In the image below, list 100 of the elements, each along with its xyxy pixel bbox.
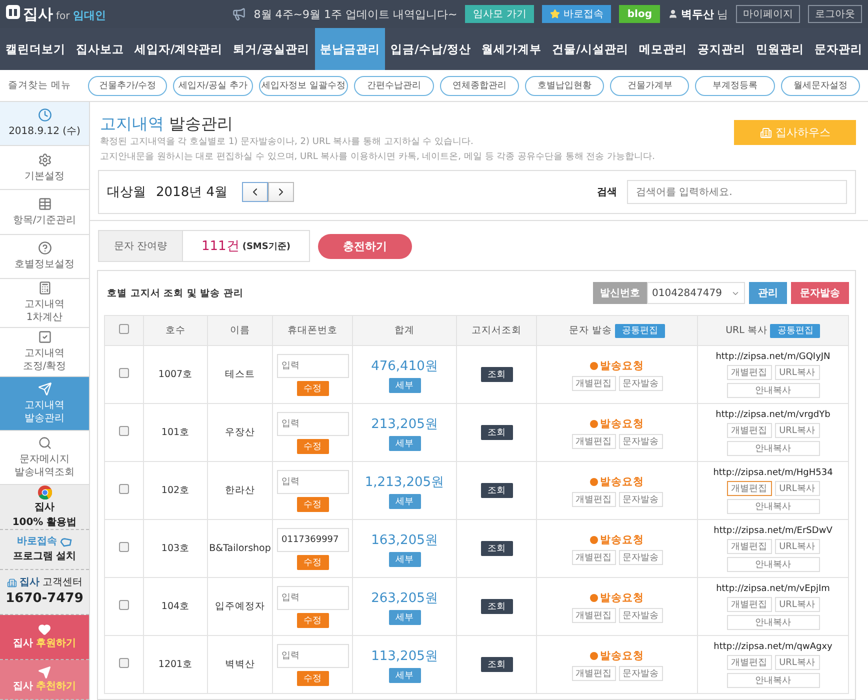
url-action-button[interactable]: URL복사 (774, 596, 820, 612)
favorite-link[interactable]: 간편수납관리 (354, 76, 434, 96)
favorite-link[interactable]: 월세문자설정 (780, 76, 860, 96)
url-action-button[interactable]: URL복사 (774, 364, 820, 380)
url-action-button[interactable]: URL복사 (774, 654, 820, 670)
top-link[interactable]: 로그아웃 (808, 5, 862, 23)
next-button[interactable] (268, 182, 294, 202)
phone-field[interactable]: 입력 (276, 644, 348, 668)
checkbox[interactable] (119, 658, 129, 668)
edit-button[interactable]: 수정 (296, 612, 328, 628)
favorite-link[interactable]: 호별납입현황 (524, 76, 604, 96)
view-button[interactable]: 조회 (480, 425, 512, 440)
url-action-button[interactable]: 개별편집 (726, 538, 772, 554)
copy-guide-button[interactable]: 안내복사 (726, 614, 820, 630)
copy-guide-button[interactable]: 안내복사 (726, 556, 820, 572)
nav-tab[interactable]: 입금/수납/정산 (385, 28, 476, 70)
favorite-link[interactable]: 세입자/공실 추가 (173, 76, 253, 96)
sms-action-button[interactable]: 개별편집 (572, 608, 616, 622)
edit-button[interactable]: 수정 (296, 438, 328, 454)
detail-button[interactable]: 세부 (388, 436, 420, 450)
sms-action-button[interactable]: 문자발송 (618, 608, 662, 622)
sidebar-item[interactable]: 고지내역 1차계산 (0, 278, 89, 328)
copy-guide-button[interactable]: 안내복사 (726, 672, 820, 688)
sms-action-button[interactable]: 문자발송 (618, 434, 662, 448)
phone-field[interactable]: 입력 (276, 354, 348, 378)
promo-title[interactable]: 바로접속 (17, 536, 57, 548)
checkbox[interactable] (119, 324, 129, 334)
nav-tab[interactable]: 문자관리 (809, 28, 868, 70)
nav-tab[interactable]: 세입자/계약관리 (129, 28, 228, 70)
common-edit-button[interactable]: 공통편집 (770, 324, 820, 338)
checkbox[interactable] (119, 600, 129, 610)
sender-select[interactable]: 01042847479 (647, 282, 745, 304)
edit-button[interactable]: 수정 (296, 496, 328, 512)
view-button[interactable]: 조회 (480, 541, 512, 556)
url-action-button[interactable]: 개별편집 (726, 364, 772, 380)
phone-field[interactable]: 0117369997 (276, 528, 348, 552)
edit-button[interactable]: 수정 (296, 380, 328, 396)
promo-title[interactable]: 후원하기 (36, 638, 76, 651)
detail-button[interactable]: 세부 (388, 668, 420, 682)
nav-tab[interactable]: 건물/시설관리 (546, 28, 634, 70)
promo-brand[interactable]: 집사 (13, 680, 33, 694)
sms-action-button[interactable]: 개별편집 (572, 434, 616, 448)
sms-action-button[interactable]: 문자발송 (618, 492, 662, 506)
nav-tab[interactable]: 분납금관리 (314, 28, 386, 70)
sms-action-button[interactable]: 개별편집 (572, 492, 616, 506)
nav-tab[interactable]: 퇴거/공실관리 (228, 28, 315, 70)
top-button[interactable]: 임사모 가기 (465, 5, 534, 23)
sms-action-button[interactable]: 문자발송 (618, 666, 662, 680)
copy-guide-button[interactable]: 안내복사 (726, 382, 820, 398)
view-button[interactable]: 조회 (480, 367, 512, 382)
nav-tab[interactable]: 월세가계부 (476, 28, 547, 70)
url-action-button[interactable]: 개별편집 (726, 422, 772, 438)
favorite-link[interactable]: 건물가계부 (610, 76, 690, 96)
charge-button[interactable]: 충전하기 (318, 234, 412, 258)
url-action-button[interactable]: URL복사 (774, 538, 820, 554)
sms-action-button[interactable]: 문자발송 (618, 376, 662, 390)
checkbox[interactable] (119, 368, 129, 378)
nav-tab[interactable]: 메모관리 (634, 28, 692, 70)
sms-action-button[interactable]: 문자발송 (618, 550, 662, 564)
nav-tab[interactable]: 캘린더보기 (0, 28, 71, 70)
favorite-link[interactable]: 연체종합관리 (440, 76, 519, 96)
favorite-link[interactable]: 부계정등록 (695, 76, 775, 96)
top-button[interactable]: 바로접속 (542, 5, 612, 23)
promo-brand[interactable]: 집사 (13, 638, 33, 651)
search-field[interactable]: 검색어를 입력하세요. (627, 180, 847, 204)
edit-button[interactable]: 수정 (296, 554, 328, 570)
copy-guide-button[interactable]: 안내복사 (726, 440, 820, 456)
url-action-button[interactable]: 개별편집 (726, 480, 772, 496)
phone-field[interactable]: 입력 (276, 586, 348, 610)
view-button[interactable]: 조회 (480, 657, 512, 672)
sidebar-item[interactable]: 고지내역 발송관리 (0, 376, 89, 431)
sms-action-button[interactable]: 개별편집 (572, 550, 616, 564)
detail-button[interactable]: 세부 (388, 378, 420, 392)
url-action-button[interactable]: URL복사 (774, 422, 820, 438)
favorite-link[interactable]: 건물추가/수정 (88, 76, 168, 96)
view-button[interactable]: 조회 (480, 483, 512, 498)
nav-tab[interactable]: 집사보고 (70, 28, 130, 70)
view-button[interactable]: 조회 (480, 599, 512, 614)
checkbox[interactable] (119, 484, 129, 494)
update-notice[interactable]: 8월 4주~9월 1주 업데이트 내역입니다~ (254, 6, 458, 22)
favorite-link[interactable]: 세입자정보 일괄수정 (258, 76, 348, 96)
url-action-button[interactable]: 개별편집 (726, 654, 772, 670)
detail-button[interactable]: 세부 (388, 610, 420, 624)
copy-guide-button[interactable]: 안내복사 (726, 498, 820, 514)
promo-title[interactable]: 집사 (34, 502, 54, 514)
detail-button[interactable]: 세부 (388, 552, 420, 566)
detail-button[interactable]: 세부 (388, 494, 420, 508)
url-action-button[interactable]: URL복사 (774, 480, 820, 496)
checkbox[interactable] (119, 542, 129, 552)
phone-field[interactable]: 입력 (276, 412, 348, 436)
nav-tab[interactable]: 공지관리 (692, 28, 751, 70)
previous-button[interactable] (242, 182, 268, 202)
url-action-button[interactable]: 개별편집 (726, 596, 772, 612)
phone-field[interactable]: 입력 (276, 470, 348, 494)
top-link[interactable]: 마이페이지 (736, 5, 800, 23)
top-button[interactable]: blog (619, 5, 660, 23)
sms-action-button[interactable]: 개별편집 (572, 376, 616, 390)
checkbox[interactable] (119, 426, 129, 436)
common-edit-button[interactable]: 공통편집 (615, 324, 666, 338)
edit-button[interactable]: 수정 (296, 670, 328, 686)
